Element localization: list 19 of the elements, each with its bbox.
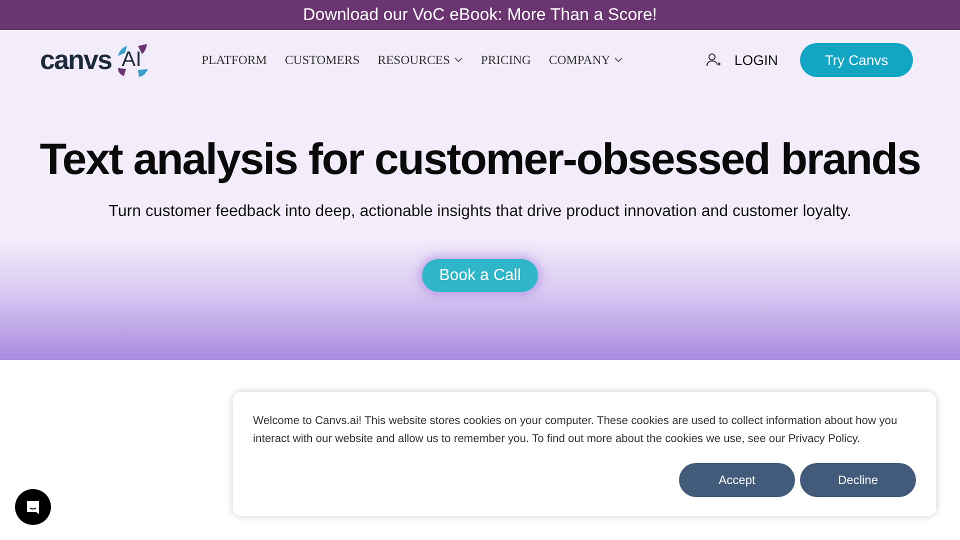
nav-link[interactable]: COMPANY: [548, 52, 624, 68]
chat-icon: [25, 499, 41, 515]
nav-link[interactable]: PRICING: [480, 52, 531, 68]
login-link[interactable]: LOGIN: [706, 52, 778, 68]
logo-mark-text: AI: [122, 48, 142, 72]
nav-link[interactable]: RESOURCES: [378, 52, 463, 68]
cookie-button[interactable]: Decline: [800, 463, 916, 497]
nav-link[interactable]: PLATFORM: [202, 52, 267, 68]
hero-subtitle: Turn customer feedback into deep, actionable insights that drive product innovation and customer loyalty.: [108, 203, 852, 221]
nav-link[interactable]: CUSTOMERS: [284, 52, 360, 68]
chevron-down-icon: [454, 57, 463, 63]
announcement-link[interactable]: Download our VoC eBook: More Than a Score!: [302, 5, 658, 25]
cookie-text: Welcome to Canvs.ai! This website stores cookies on your computer. These cookies are used to collect information about how you interact with our website and allow us to remember you. To find out more about the cookies we use, see our Privacy Policy.: [253, 414, 898, 447]
chevron-down-icon: [614, 57, 624, 63]
logo-wordmark[interactable]: canvs: [40, 44, 112, 76]
chat-button[interactable]: [15, 489, 51, 525]
user-icon: [706, 53, 722, 67]
hero-title: Text analysis for customer-obsessed brands: [40, 135, 920, 185]
cookie-button[interactable]: Accept: [679, 463, 795, 497]
